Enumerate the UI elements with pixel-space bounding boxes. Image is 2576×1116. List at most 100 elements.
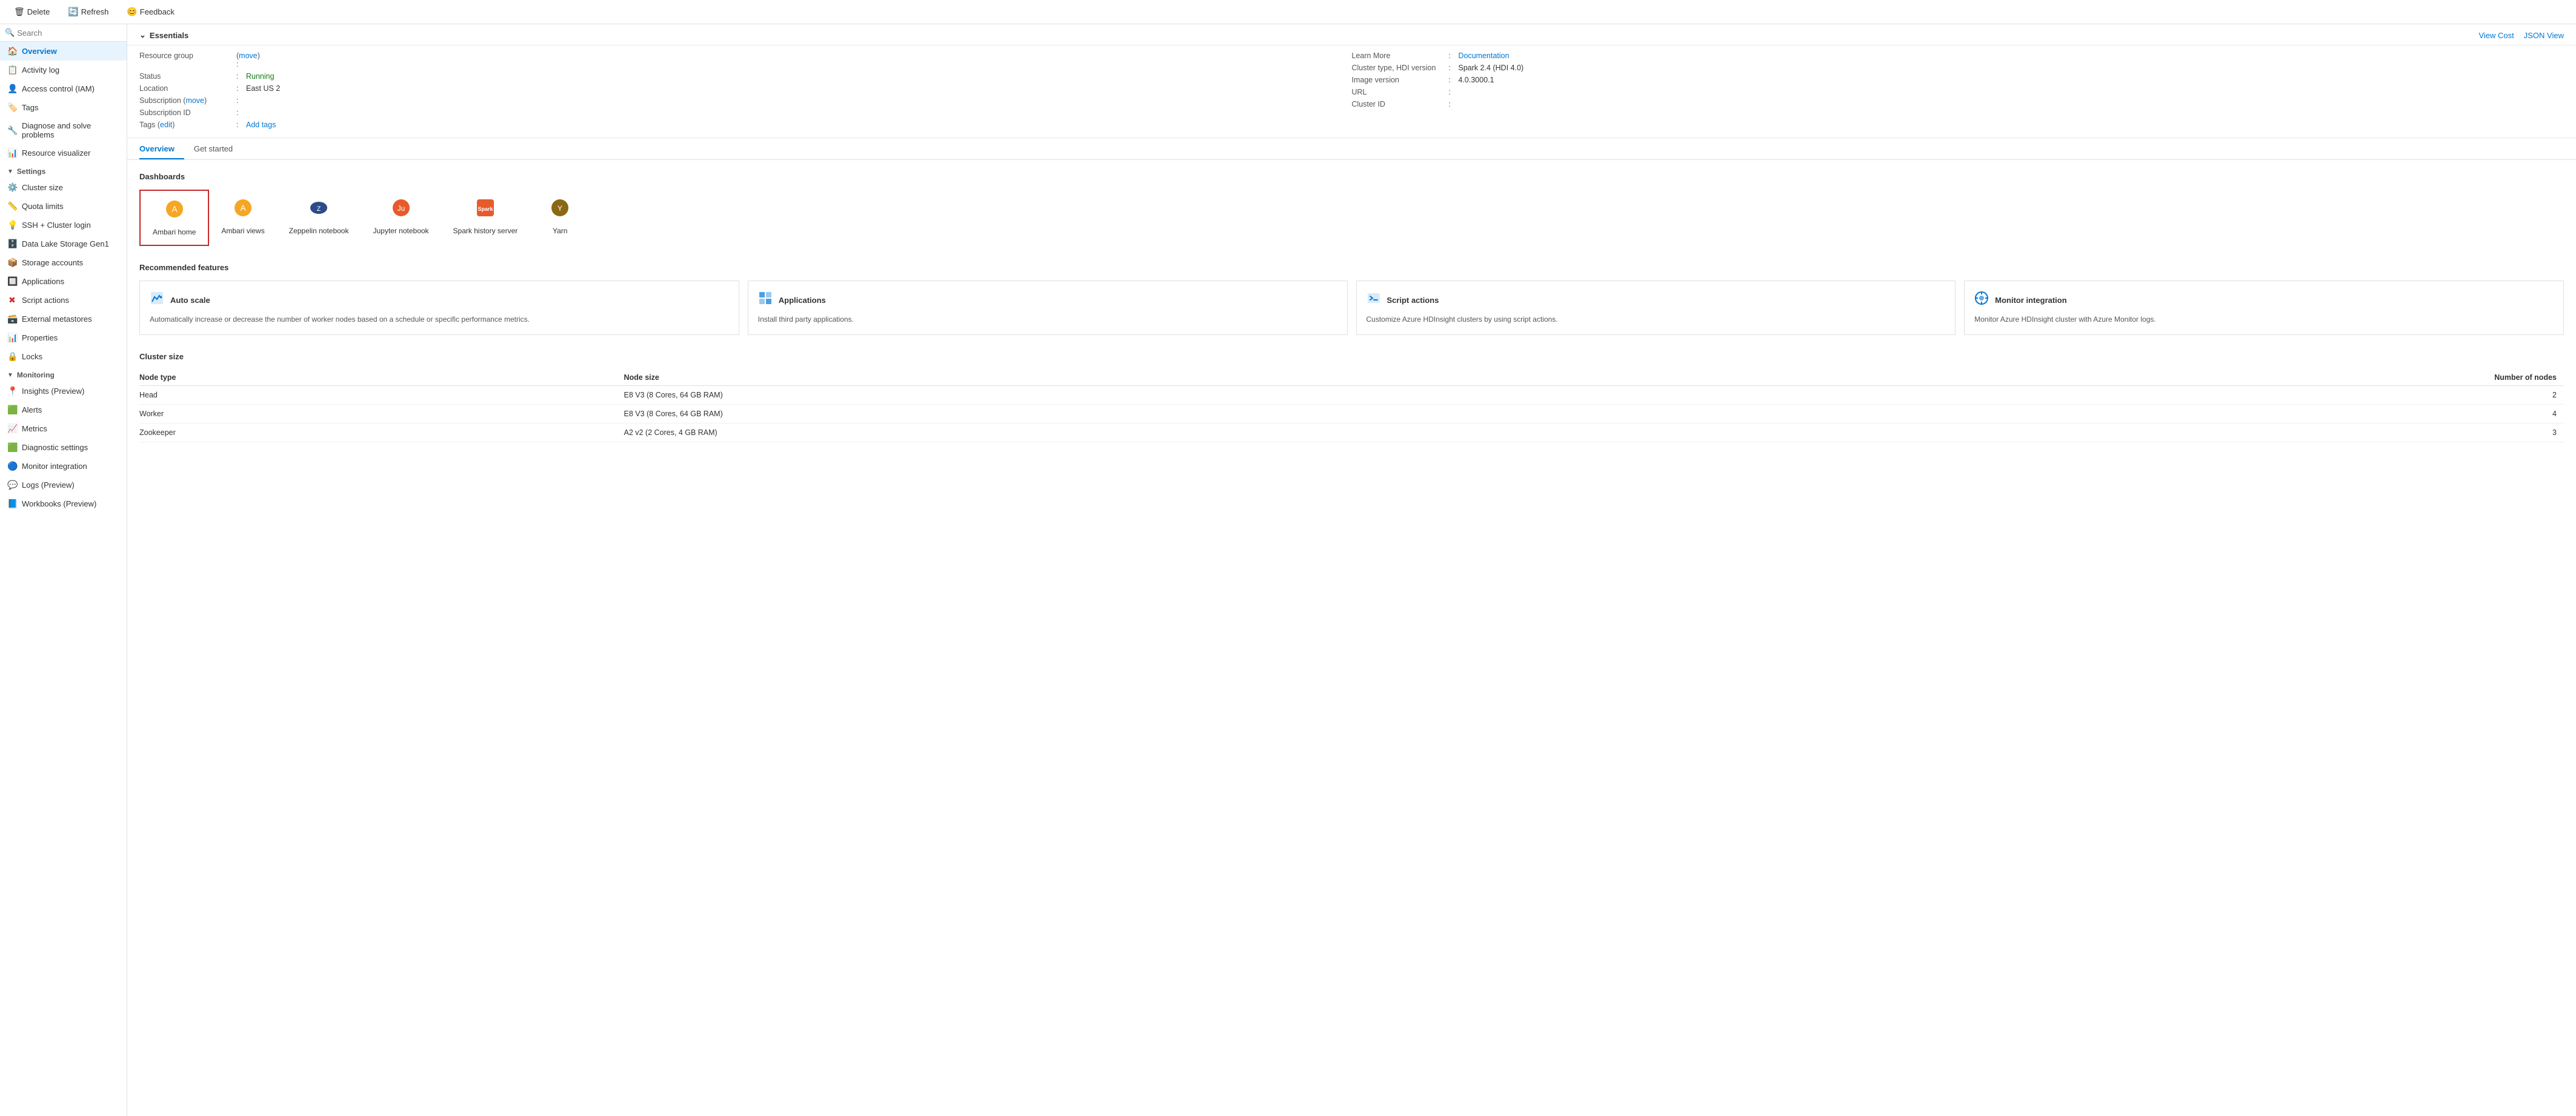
delete-button[interactable]: 🗑 Delete [7,4,56,20]
refresh-button[interactable]: 🔄 Refresh [61,4,115,20]
auto-scale-desc: Automatically increase or decrease the n… [150,314,729,325]
dashboard-item-zeppelin-notebook[interactable]: Z Zeppelin notebook [277,190,361,244]
metrics-icon: 📈 [7,423,17,434]
subscription-move-link[interactable]: move [185,96,204,105]
cluster-id-row: Cluster ID : [1352,100,2564,108]
sidebar-item-diagnostic-settings[interactable]: 🟩 Diagnostic settings [0,438,127,457]
essentials-top-links: View Cost JSON View [2478,31,2564,40]
sidebar-item-access-control[interactable]: 👤 Access control (IAM) [0,79,127,98]
tab-overview[interactable]: Overview [139,138,184,159]
ssh-icon: 💡 [7,220,17,230]
jupyter-notebook-icon: Ju [391,198,411,222]
resource-group-move-link[interactable]: move [239,51,258,60]
dashboard-item-spark-history-server[interactable]: Spark Spark history server [441,190,530,244]
documentation-link[interactable]: Documentation [1459,51,1509,60]
script-actions-rec-title: Script actions [1387,296,1439,305]
overview-icon: 🏠 [7,46,17,56]
insights-icon: 📍 [7,386,17,396]
dashboard-item-jupyter-notebook[interactable]: Ju Jupyter notebook [361,190,441,244]
sidebar-item-applications[interactable]: 🔲 Applications [0,272,127,291]
search-input[interactable] [17,28,124,38]
sidebar-item-insights[interactable]: 📍 Insights (Preview) [0,382,127,400]
sidebar-item-locks[interactable]: 🔒 Locks [0,347,127,366]
ambari-home-icon: A [165,199,184,223]
auto-scale-title: Auto scale [170,296,210,305]
col-header-node-count: Number of nodes [1796,370,2564,386]
dashboard-item-ambari-views[interactable]: A Ambari views [209,190,276,244]
sidebar-item-tags[interactable]: 🏷️ Tags [0,98,127,117]
dashboard-item-ambari-home[interactable]: A Ambari home [139,190,209,246]
learn-more-row: Learn More : Documentation [1352,51,2564,60]
yarn-label: Yarn [553,227,567,235]
essentials-title: ⌄ Essentials [139,30,188,40]
rec-card-monitor-integration[interactable]: Monitor integration Monitor Azure HDInsi… [1964,281,2564,335]
script-actions-rec-desc: Customize Azure HDInsight clusters by us… [1366,314,1946,325]
yarn-icon: Y [550,198,570,222]
tags-edit-link[interactable]: edit [160,121,172,129]
svg-text:Z: Z [317,205,321,213]
dashboards-row: A Ambari home A Ambari views Z Zeppelin … [139,190,2564,246]
rec-card-script-actions[interactable]: Script actions Customize Azure HDInsight… [1356,281,1956,335]
diagnostic-settings-icon: 🟩 [7,442,17,453]
sidebar-item-data-lake-storage[interactable]: 🗄️ Data Lake Storage Gen1 [0,234,127,253]
alerts-icon: 🟩 [7,405,17,415]
monitoring-section-header[interactable]: ▼ Monitoring [0,366,127,382]
essentials-left-col: Resource group (move) : Status : Running… [139,51,1352,129]
tab-get-started[interactable]: Get started [194,138,242,159]
workbooks-icon: 📘 [7,499,17,509]
col-header-node-type: Node type [139,370,624,386]
diagnose-icon: 🔧 [7,125,17,136]
sidebar-item-storage-accounts[interactable]: 📦 Storage accounts [0,253,127,272]
essentials-header: ⌄ Essentials View Cost JSON View [127,24,2576,45]
col-header-node-size: Node size [624,370,1796,386]
subscription-row: Subscription (move) : [139,96,1352,105]
sidebar-item-external-metastores[interactable]: 🗃️ External metastores [0,310,127,328]
sidebar-item-quota-limits[interactable]: 📏 Quota limits [0,197,127,216]
sidebar-item-logs-preview[interactable]: 💬 Logs (Preview) [0,476,127,494]
resource-group-row: Resource group (move) : [139,51,1352,68]
dashboard-item-yarn[interactable]: Y Yarn [530,190,590,244]
recommended-features-grid: Auto scale Automatically increase or dec… [139,281,2564,335]
ambari-views-icon: A [233,198,253,222]
sidebar-item-alerts[interactable]: 🟩 Alerts [0,400,127,419]
refresh-icon: 🔄 [68,7,78,17]
settings-section-header[interactable]: ▼ Settings [0,162,127,178]
json-view-link[interactable]: JSON View [2524,31,2564,40]
sidebar-item-workbooks-preview[interactable]: 📘 Workbooks (Preview) [0,494,127,513]
rec-card-applications-header: Applications [758,291,1337,309]
sidebar-item-resource-visualizer[interactable]: 📊 Resource visualizer [0,144,127,162]
sidebar-item-overview[interactable]: 🏠 Overview [0,42,127,61]
table-row: Head E8 V3 (8 Cores, 64 GB RAM) 2 [139,386,2564,405]
activity-log-icon: 📋 [7,65,17,75]
main-layout: 🔍 ✕ ◀ 🏠 Overview 📋 Activity log 👤 Access… [0,24,2576,1116]
sidebar-item-script-actions[interactable]: ✖ Script actions [0,291,127,310]
sidebar: 🔍 ✕ ◀ 🏠 Overview 📋 Activity log 👤 Access… [0,24,127,1116]
sidebar-item-cluster-size[interactable]: ⚙️ Cluster size [0,178,127,197]
sidebar-item-properties[interactable]: 📊 Properties [0,328,127,347]
node-type-zookeeper: Zookeeper [139,423,624,442]
sidebar-item-ssh-cluster-login[interactable]: 💡 SSH + Cluster login [0,216,127,234]
properties-icon: 📊 [7,333,17,343]
feedback-button[interactable]: 😊 Feedback [120,4,181,20]
tab-bar: Overview Get started [127,138,2576,160]
sidebar-item-monitor-integration[interactable]: 🔵 Monitor integration [0,457,127,476]
location-row: Location : East US 2 [139,84,1352,93]
sidebar-item-metrics[interactable]: 📈 Metrics [0,419,127,438]
auto-scale-icon [150,291,164,309]
essentials-chevron-icon: ⌄ [139,30,146,40]
svg-text:Spark: Spark [478,206,493,212]
subscription-id-row: Subscription ID : [139,108,1352,117]
applications-icon: 🔲 [7,276,17,287]
cluster-type-row: Cluster type, HDI version : Spark 2.4 (H… [1352,64,2564,72]
rec-card-auto-scale[interactable]: Auto scale Automatically increase or dec… [139,281,739,335]
view-cost-link[interactable]: View Cost [2478,31,2514,40]
sidebar-item-diagnose[interactable]: 🔧 Diagnose and solve problems [0,117,127,144]
resource-visualizer-icon: 📊 [7,148,17,158]
rec-card-applications[interactable]: Applications Install third party applica… [748,281,1348,335]
sidebar-item-activity-log[interactable]: 📋 Activity log [0,61,127,79]
monitor-integration-rec-icon [1974,291,1989,309]
add-tags-link[interactable]: Add tags [246,121,276,129]
ambari-views-label: Ambari views [221,227,264,235]
image-version-row: Image version : 4.0.3000.1 [1352,76,2564,84]
svg-text:A: A [171,204,178,214]
